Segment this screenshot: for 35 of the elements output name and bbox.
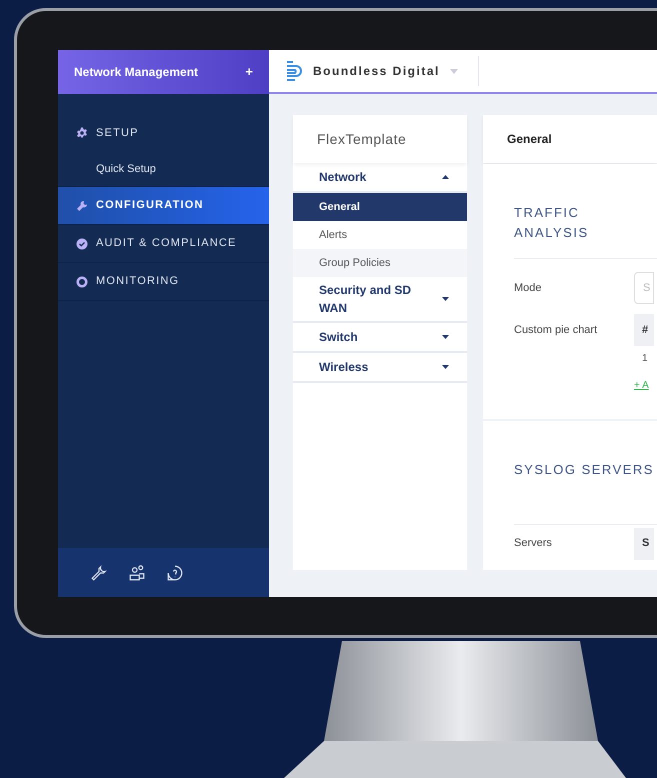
section-heading: TRAFFIC ANALYSIS [514, 204, 590, 242]
menu-item[interactable]: Group Policies [293, 249, 467, 277]
logo-icon [285, 60, 303, 82]
wrench-icon [76, 200, 88, 212]
brand-name: Boundless Digital [313, 63, 440, 80]
panel-title: FlexTemplate [317, 130, 406, 149]
table-cell-text: 1 [641, 352, 648, 366]
field-label: Custom pie chart [514, 322, 598, 338]
app-title: Network Management [74, 64, 198, 81]
field-label: Servers [514, 536, 553, 552]
table-header: # [634, 314, 654, 346]
field-label: Mode [514, 280, 543, 296]
help-icon[interactable] [166, 564, 184, 582]
caret-down-icon [442, 297, 449, 301]
nav-item[interactable]: MONITORING [58, 263, 269, 301]
servers-cell: S [634, 528, 654, 560]
group-header[interactable]: Switch [293, 323, 467, 353]
menu-item[interactable]: General [293, 193, 467, 221]
caret-up-icon [442, 175, 449, 179]
page-title: General [507, 131, 552, 148]
group-header[interactable]: Wireless [293, 353, 467, 383]
section-heading: SYSLOG SERVERS [514, 461, 655, 479]
group-header[interactable]: Security and SD WAN [293, 277, 467, 323]
nav-item[interactable]: CONFIGURATION [58, 187, 269, 225]
caret-down-icon [442, 365, 449, 369]
ring-icon [76, 276, 88, 288]
nav-subitem[interactable]: Quick Setup [58, 152, 269, 186]
nav-item[interactable]: AUDIT & COMPLIANCE [58, 225, 269, 263]
gear-icon [76, 127, 88, 139]
check-circle-icon [76, 238, 88, 250]
caret-down-icon [442, 335, 449, 339]
wrench-icon[interactable] [90, 564, 108, 582]
add-button[interactable]: + [245, 62, 253, 82]
users-icon[interactable] [128, 564, 146, 582]
nav-item[interactable]: SETUP [58, 114, 269, 152]
